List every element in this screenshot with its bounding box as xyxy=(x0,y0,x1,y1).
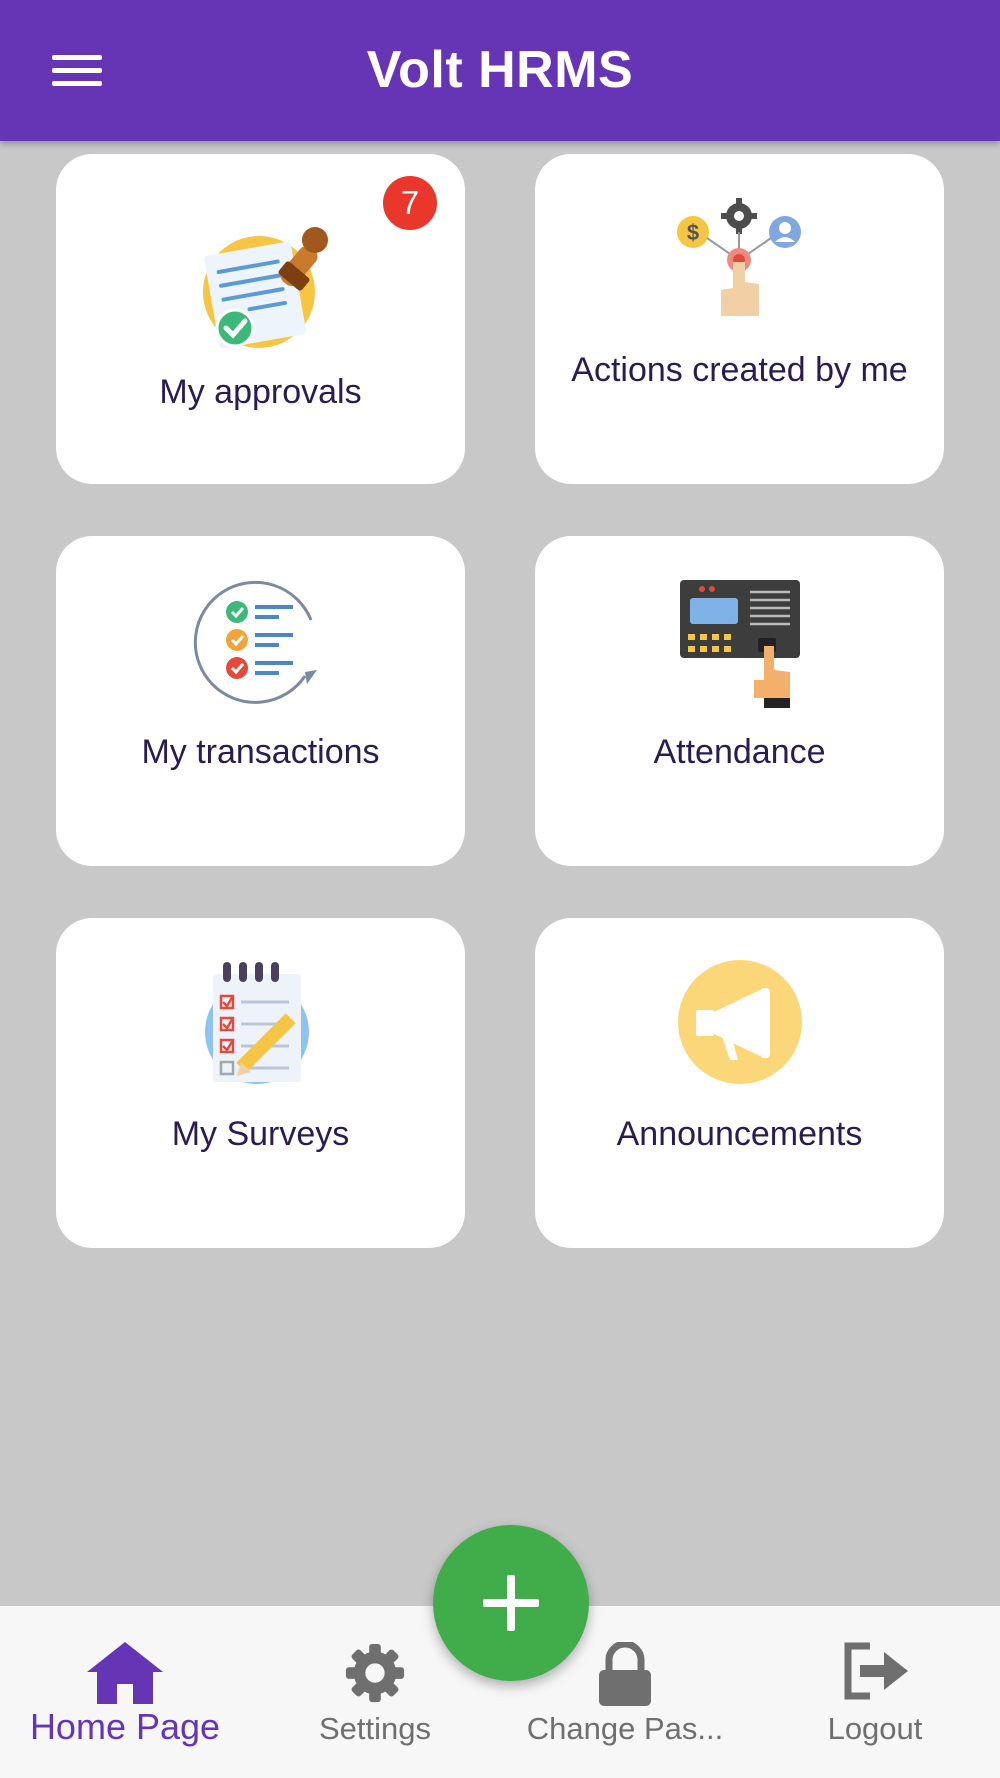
card-label: My Surveys xyxy=(171,1115,350,1153)
card-label: My approvals xyxy=(159,373,362,411)
checklist-icon xyxy=(193,580,317,704)
plus-icon xyxy=(483,1575,539,1631)
lock-icon xyxy=(599,1642,651,1706)
approval-stamp-icon xyxy=(202,227,328,349)
card-label: Attendance xyxy=(653,733,826,771)
fingerprint-terminal-icon xyxy=(679,580,800,708)
nav-label: Settings xyxy=(318,1711,431,1746)
actions-network-icon: $ xyxy=(676,198,801,316)
nav-label: Change Pas... xyxy=(526,1711,724,1746)
nav-logout[interactable]: Logout xyxy=(750,1606,1000,1778)
app-title: Volt HRMS xyxy=(366,41,634,99)
survey-notepad-icon xyxy=(204,962,309,1084)
home-icon xyxy=(87,1642,163,1704)
megaphone-icon xyxy=(677,960,802,1084)
app-bar: Volt HRMS xyxy=(0,0,1000,141)
card-my-surveys[interactable]: My Surveys xyxy=(56,918,465,1248)
nav-label: Home Page xyxy=(29,1706,221,1747)
nav-home-page[interactable]: Home Page xyxy=(0,1606,250,1778)
card-announcements[interactable]: Announcements xyxy=(535,918,944,1248)
add-fab-button[interactable] xyxy=(433,1525,589,1681)
svg-text:$: $ xyxy=(686,220,698,245)
card-attendance[interactable]: Attendance xyxy=(535,536,944,866)
gear-icon xyxy=(345,1643,405,1703)
card-my-transactions[interactable]: My transactions xyxy=(56,536,465,866)
logout-icon xyxy=(844,1642,908,1700)
approvals-count-badge: 7 xyxy=(383,176,437,230)
card-label: Announcements xyxy=(616,1115,863,1153)
card-actions-created-by-me[interactable]: $ Actions created by me xyxy=(535,154,944,484)
card-label: My transactions xyxy=(141,733,380,771)
card-label: Actions created by me xyxy=(571,351,908,389)
nav-label: Logout xyxy=(827,1711,923,1746)
card-my-approvals[interactable]: 7 My approvals xyxy=(56,154,465,484)
